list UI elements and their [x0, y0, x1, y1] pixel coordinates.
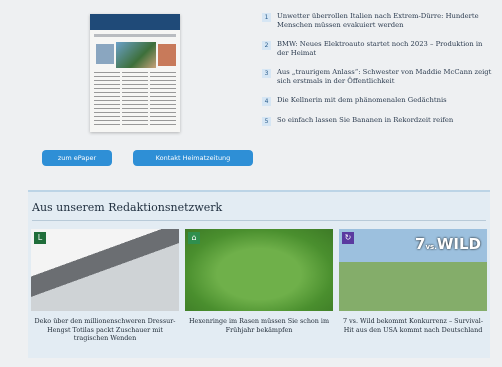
cover-text-column — [150, 72, 176, 128]
article-caption[interactable]: 7 vs. Wild bekommt Konkurrenz – Survival… — [339, 317, 487, 334]
rank-badge: 4 — [262, 97, 271, 106]
section-title: Aus unserem Redaktionsnetzwerk — [32, 201, 223, 214]
rank-badge: 5 — [262, 117, 271, 126]
list-item[interactable]: 1 Unwetter überrollen Italien nach Extre… — [262, 12, 494, 30]
redaktionsnetzwerk-section: Aus unserem Redaktionsnetzwerk L Deko üb… — [28, 190, 490, 358]
list-item[interactable]: 4 Die Kellnerin mit dem phänomenalen Ged… — [262, 96, 494, 106]
article-link[interactable]: Die Kellnerin mit dem phänomenalen Gedäc… — [277, 96, 447, 105]
list-item[interactable]: 2 BMW: Neues Elektroauto startet noch 20… — [262, 40, 494, 58]
rank-badge: 3 — [262, 69, 271, 78]
publisher-logo-icon: ⌂ — [188, 232, 200, 244]
epaper-cover[interactable] — [90, 14, 180, 132]
article-card[interactable]: L Deko über den millionenschweren Dressu… — [31, 229, 179, 343]
cover-photo — [158, 44, 176, 66]
seven-vs-wild-logo: 7vs.WILD — [415, 235, 481, 253]
epaper-button[interactable]: zum ePaper — [42, 150, 112, 166]
article-link[interactable]: BMW: Neues Elektroauto startet noch 2023… — [277, 40, 494, 58]
rank-badge: 2 — [262, 41, 271, 50]
article-card[interactable]: ↻ 7vs.WILD 7 vs. Wild bekommt Konkurrenz… — [339, 229, 487, 334]
cover-masthead — [90, 14, 180, 30]
cover-text-column — [122, 72, 148, 128]
top-articles-list: 1 Unwetter überrollen Italien nach Extre… — [262, 12, 494, 136]
cover-headline — [94, 34, 176, 37]
article-link[interactable]: So einfach lassen Sie Bananen in Rekordz… — [277, 116, 453, 125]
divider — [32, 220, 486, 221]
cover-photo — [96, 44, 114, 64]
article-image-horse[interactable]: L — [31, 229, 179, 311]
list-item[interactable]: 3 Aus „traurigem Anlass“: Schwester von … — [262, 68, 494, 86]
rank-badge: 1 — [262, 13, 271, 22]
kontakt-heimatzeitung-button[interactable]: Kontakt Heimatzeitung — [133, 150, 253, 166]
publisher-logo-icon: L — [34, 232, 46, 244]
article-link[interactable]: Aus „traurigem Anlass“: Schwester von Ma… — [277, 68, 494, 86]
article-caption[interactable]: Deko über den millionenschweren Dressur-… — [31, 317, 179, 343]
article-image-fairy-ring[interactable]: ⌂ — [185, 229, 333, 311]
article-card[interactable]: ⌂ Hexenringe im Rasen müssen Sie schon i… — [185, 229, 333, 334]
cover-text-column — [94, 72, 120, 128]
article-caption[interactable]: Hexenringe im Rasen müssen Sie schon im … — [185, 317, 333, 334]
list-item[interactable]: 5 So einfach lassen Sie Bananen in Rekor… — [262, 116, 494, 126]
cover-photo — [116, 42, 156, 68]
publisher-logo-icon: ↻ — [342, 232, 354, 244]
article-image-bear[interactable]: ↻ 7vs.WILD — [339, 229, 487, 311]
article-link[interactable]: Unwetter überrollen Italien nach Extrem-… — [277, 12, 494, 30]
